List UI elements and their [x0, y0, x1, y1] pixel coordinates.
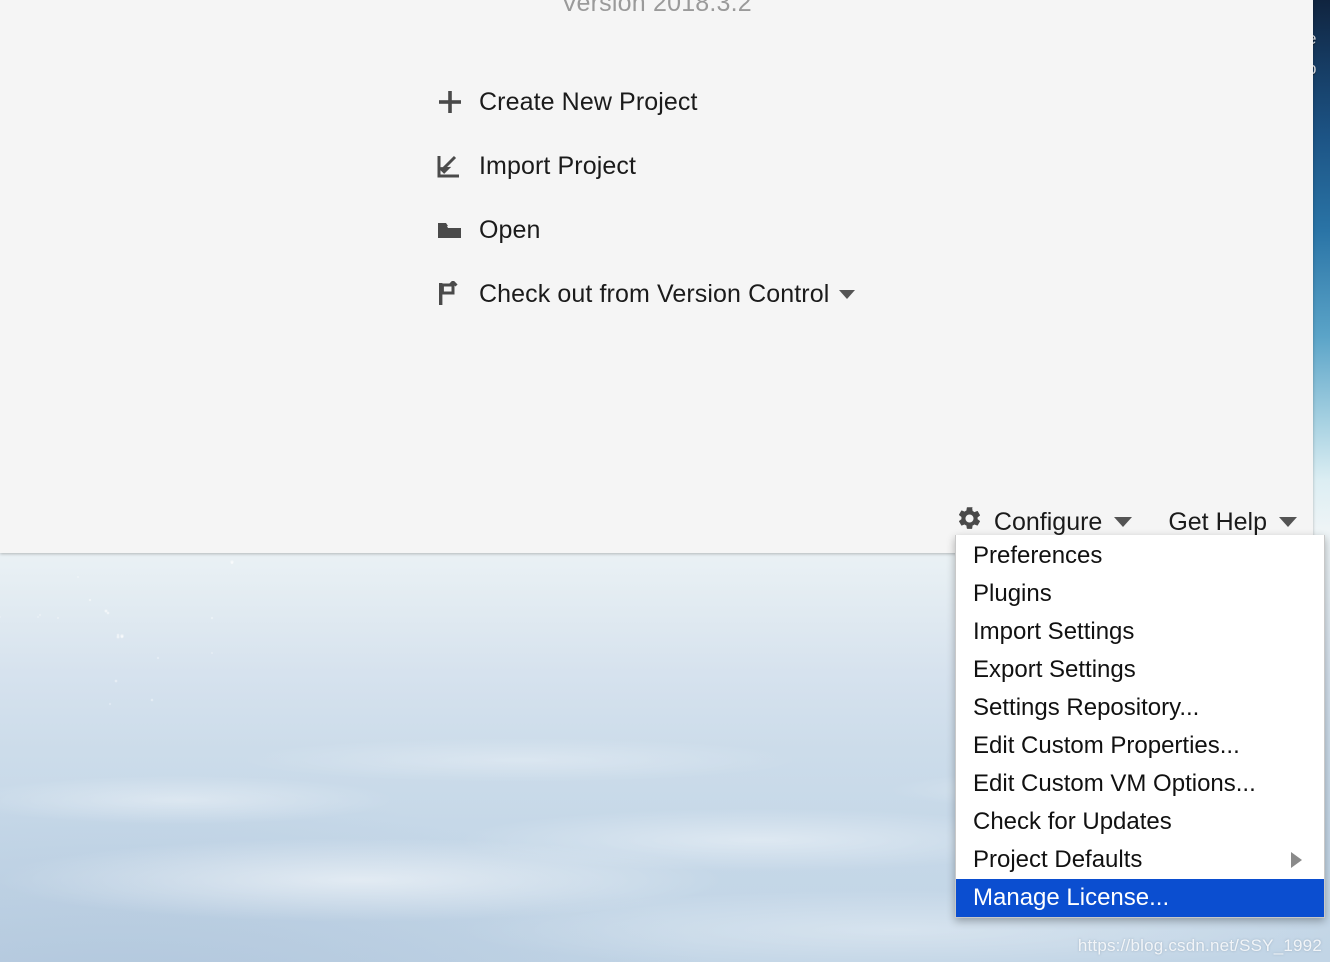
action-import-project[interactable]: Import Project [437, 134, 977, 198]
version-label: Version 2018.3.2 [561, 0, 752, 17]
menu-item-manage-license[interactable]: Manage License... [956, 879, 1324, 917]
action-create-new-project[interactable]: Create New Project [437, 70, 977, 134]
action-label: Open [479, 215, 541, 244]
menu-item-plugins[interactable]: Plugins [956, 575, 1324, 613]
menu-item-export-settings[interactable]: Export Settings [956, 651, 1324, 689]
gear-icon [956, 505, 983, 539]
configure-label: Configure [993, 507, 1103, 536]
menu-item-project-defaults[interactable]: Project Defaults [956, 841, 1324, 879]
screen: e b Version 2018.3.2 Create New Project [0, 0, 1330, 962]
action-label: Import Project [479, 151, 637, 180]
action-checkout-from-vcs[interactable]: Check out from Version Control [437, 262, 977, 326]
welcome-bottom-toolbar: Configure Get Help [956, 505, 1297, 539]
menu-item-label: Export Settings [973, 656, 1136, 683]
menu-item-preferences[interactable]: Preferences [956, 537, 1324, 575]
menu-item-label: Check for Updates [973, 808, 1172, 835]
action-label: Check out from Version Control [479, 279, 830, 308]
chevron-down-icon[interactable] [1279, 517, 1297, 527]
plus-icon [437, 89, 467, 115]
chevron-right-icon [1291, 852, 1302, 868]
get-help-button[interactable]: Get Help [1168, 508, 1297, 537]
menu-item-label: Project Defaults [973, 846, 1143, 873]
sliver-text: e b [1313, 24, 1316, 84]
menu-item-settings-repository[interactable]: Settings Repository... [956, 689, 1324, 727]
menu-item-label: Import Settings [973, 618, 1135, 645]
watermark-url: https://blog.csdn.net/SSY_1992 [1077, 936, 1322, 955]
configure-button[interactable]: Configure [956, 505, 1133, 539]
menu-item-label: Edit Custom VM Options... [973, 770, 1256, 797]
import-arrow-icon [437, 153, 467, 179]
menu-item-check-for-updates[interactable]: Check for Updates [956, 803, 1324, 841]
configure-dropdown-menu: Preferences Plugins Import Settings Expo… [955, 535, 1325, 918]
action-open[interactable]: Open [437, 198, 977, 262]
menu-item-label: Edit Custom Properties... [973, 732, 1240, 759]
welcome-actions-list: Create New Project Import Project Open C… [437, 70, 977, 326]
folder-open-icon [437, 217, 467, 243]
menu-item-label: Manage License... [973, 884, 1170, 911]
menu-item-label: Settings Repository... [973, 694, 1200, 721]
action-label: Create New Project [479, 87, 698, 116]
vcs-branch-icon [437, 281, 467, 307]
menu-item-edit-custom-properties[interactable]: Edit Custom Properties... [956, 727, 1324, 765]
menu-item-label: Preferences [973, 542, 1103, 569]
menu-item-label: Plugins [973, 580, 1052, 607]
menu-item-edit-custom-vm-options[interactable]: Edit Custom VM Options... [956, 765, 1324, 803]
menu-item-import-settings[interactable]: Import Settings [956, 613, 1324, 651]
get-help-label: Get Help [1168, 507, 1267, 536]
idea-welcome-window: Version 2018.3.2 Create New Project Impo… [0, 0, 1313, 553]
chevron-down-icon[interactable] [839, 289, 856, 299]
chevron-down-icon[interactable] [1114, 517, 1133, 527]
